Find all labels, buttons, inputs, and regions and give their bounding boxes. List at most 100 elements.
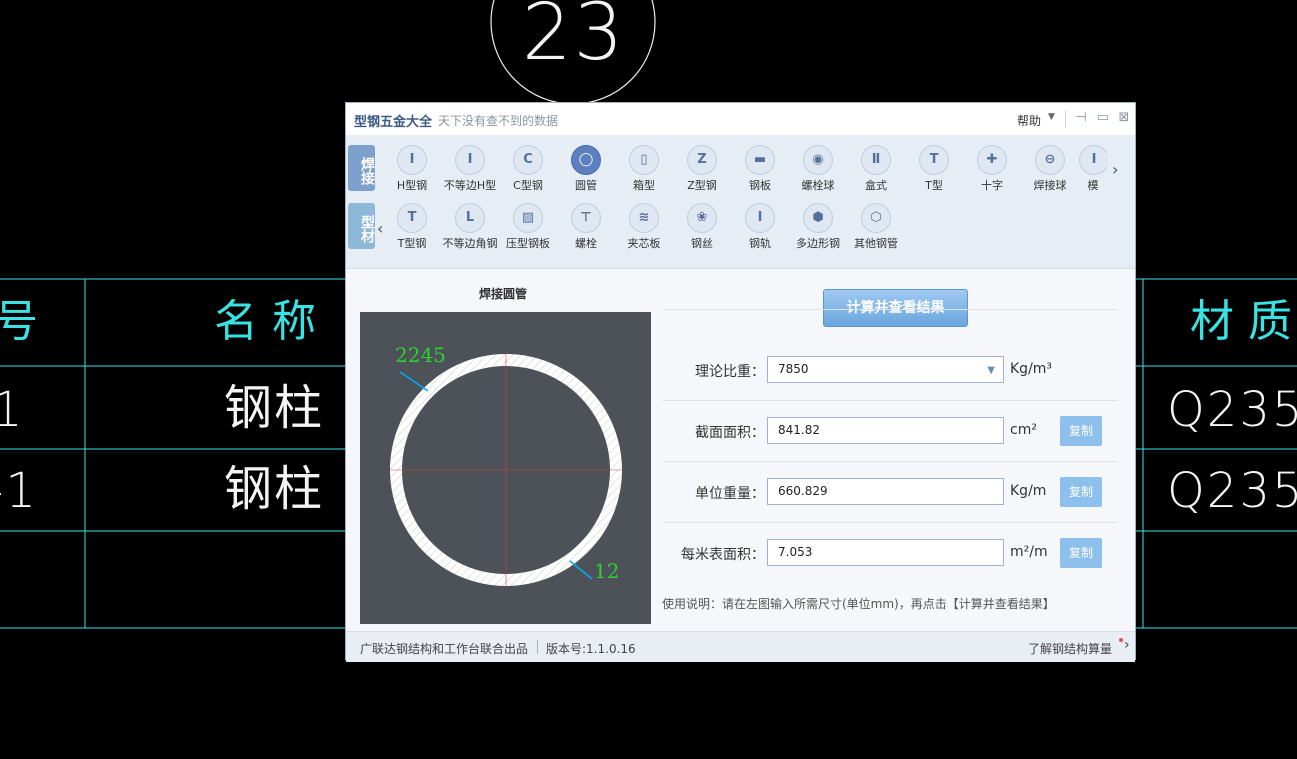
usage-instructions: 使用说明：请在左图输入所需尺寸(单位mm)，再点击【计算并查看结果】: [662, 597, 1055, 611]
copy-area-button[interactable]: 复制: [1060, 416, 1102, 446]
shape-item[interactable]: ◯ 圆管: [557, 145, 615, 193]
bolt-ball-icon: ◉: [803, 145, 833, 175]
cad-row1-no: 1: [0, 382, 25, 438]
box-type-icon: Ⅱ: [861, 145, 891, 175]
shape-label: T型钢: [397, 237, 427, 250]
divider: [662, 522, 1117, 523]
copy-weight-button[interactable]: 复制: [1060, 477, 1102, 507]
polygon-steel-icon: ⬢: [803, 203, 833, 233]
shape-item[interactable]: ▨ 压型钢板: [499, 203, 557, 251]
cad-header-no: 号: [0, 296, 38, 347]
calculate-button[interactable]: 计算并查看结果: [823, 289, 968, 327]
shape-item[interactable]: ⬡ 其他钢管: [847, 203, 905, 251]
surface-area-field[interactable]: 7.053: [767, 539, 1004, 566]
cad-circle-label: 23: [522, 0, 626, 78]
shape-label: 螺栓: [575, 237, 597, 250]
cad-header-material: 材 质: [1190, 296, 1292, 347]
shape-item[interactable]: I H型钢: [383, 145, 441, 193]
cad-header-name: 名 称: [214, 296, 316, 347]
cad-row2-name: 钢柱: [224, 461, 325, 517]
steel-plate-icon: ▬: [745, 145, 775, 175]
rail-icon: I: [745, 203, 775, 233]
copy-surface-button[interactable]: 复制: [1060, 538, 1102, 568]
shape-item[interactable]: ⊖ 焊接球: [1021, 145, 1079, 193]
divider: [662, 309, 1117, 310]
density-unit: Kg/m³: [1010, 361, 1053, 377]
steel-tool-window: 型钢五金大全 天下没有查不到的数据 帮助 ▼ ⊣ ▭ ⊠ 焊接 型材 › ‹ I…: [345, 102, 1136, 662]
unit-weight-label: 单位重量：: [695, 486, 765, 502]
shape-label: 夹芯板: [627, 237, 661, 250]
h-beam-icon: I: [397, 145, 427, 175]
shape-item[interactable]: ⬢ 多边形钢: [789, 203, 847, 251]
shape-label: 模: [1087, 179, 1099, 192]
learn-more-link[interactable]: 了解钢结构算量: [1028, 640, 1112, 657]
density-label: 理论比重：: [695, 364, 765, 380]
shape-label: 钢板: [749, 179, 771, 192]
shape-label: 不等边H型: [443, 179, 497, 192]
sandwich-panel-icon: ≋: [629, 203, 659, 233]
shape-item[interactable]: ⊤ 螺栓: [557, 203, 615, 251]
section-area-unit: cm²: [1010, 422, 1037, 438]
chevron-right-icon[interactable]: ›: [1124, 637, 1130, 653]
surface-area-label: 每米表面积：: [681, 547, 765, 563]
density-select[interactable]: 7850 ▼: [767, 356, 1004, 383]
shape-item[interactable]: ❀ 钢丝: [673, 203, 731, 251]
shape-item[interactable]: ▬ 钢板: [731, 145, 789, 193]
shape-label: 圆管: [575, 179, 597, 192]
scroll-right-icon[interactable]: ›: [1112, 160, 1118, 179]
section-area-field[interactable]: 841.82: [767, 417, 1004, 444]
cad-row1-name: 钢柱: [224, 380, 325, 436]
close-icon[interactable]: ⊠: [1116, 110, 1132, 126]
pin-icon[interactable]: ⊣: [1073, 110, 1089, 126]
angle-steel-icon: L: [455, 203, 485, 233]
cad-row1-material: Q235B: [1167, 382, 1297, 438]
shape-item[interactable]: ▯ 箱型: [615, 145, 673, 193]
status-divider: [537, 640, 538, 654]
shape-item[interactable]: Ⅱ 盒式: [847, 145, 905, 193]
bolt-icon: ⊤: [571, 203, 601, 233]
shape-item[interactable]: I 钢轨: [731, 203, 789, 251]
shape-item[interactable]: L 不等边角钢: [441, 203, 499, 251]
c-channel-icon: C: [513, 145, 543, 175]
diameter-input[interactable]: 2245: [395, 343, 446, 367]
shape-item[interactable]: T T型: [905, 145, 963, 193]
help-menu[interactable]: 帮助: [1017, 112, 1041, 129]
unit-weight-field[interactable]: 660.829: [767, 478, 1004, 505]
tab-profile[interactable]: 型材: [348, 203, 375, 249]
shape-item[interactable]: I模: [1079, 145, 1107, 193]
chevron-down-icon[interactable]: ▼: [1048, 112, 1055, 122]
title-bar[interactable]: 型钢五金大全 天下没有查不到的数据 帮助 ▼ ⊣ ▭ ⊠: [346, 103, 1135, 136]
publisher-text: 广联达钢结构和工作台联合出品: [360, 642, 529, 656]
shape-category-ribbon: 焊接 型材 › ‹ I H型钢 I 不等边H型 C C型钢 ◯ 圆管 ▯ 箱型 Z Z型钢 ▬ 钢板 ◉ 螺栓…: [346, 135, 1135, 269]
shape-item[interactable]: ≋ 夹芯板: [615, 203, 673, 251]
unit-weight-unit: Kg/m: [1010, 483, 1047, 499]
minimize-icon[interactable]: ▭: [1095, 110, 1111, 126]
shape-label: 压型钢板: [506, 237, 550, 250]
chevron-down-icon[interactable]: ▼: [987, 358, 995, 383]
shape-label: 不等边角钢: [442, 237, 498, 250]
mold-icon: I: [1079, 145, 1107, 175]
section-area-label: 截面面积：: [695, 425, 765, 441]
shape-label: C型钢: [513, 179, 543, 192]
tab-welded[interactable]: 焊接: [348, 145, 375, 191]
t-section-icon: T: [919, 145, 949, 175]
z-section-icon: Z: [687, 145, 717, 175]
shape-item[interactable]: Z Z型钢: [673, 145, 731, 193]
app-title: 型钢五金大全: [354, 115, 433, 130]
shape-label: 其他钢管: [854, 237, 898, 250]
shape-label: 多边形钢: [796, 237, 840, 250]
shape-item[interactable]: C C型钢: [499, 145, 557, 193]
shape-label: 螺栓球: [801, 179, 835, 192]
thickness-input[interactable]: 12: [594, 559, 619, 583]
t-steel-icon: T: [397, 203, 427, 233]
pipe-section-drawing: 2245 12: [360, 312, 651, 624]
welded-ball-icon: ⊖: [1035, 145, 1065, 175]
shape-item[interactable]: ✚ 十字: [963, 145, 1021, 193]
shape-item[interactable]: ◉ 螺栓球: [789, 145, 847, 193]
shape-item[interactable]: I 不等边H型: [441, 145, 499, 193]
steel-wire-icon: ❀: [687, 203, 717, 233]
density-value: 7850: [778, 362, 809, 376]
shape-item[interactable]: T T型钢: [383, 203, 441, 251]
shape-label: H型钢: [396, 179, 428, 192]
shape-label: 十字: [981, 179, 1003, 192]
